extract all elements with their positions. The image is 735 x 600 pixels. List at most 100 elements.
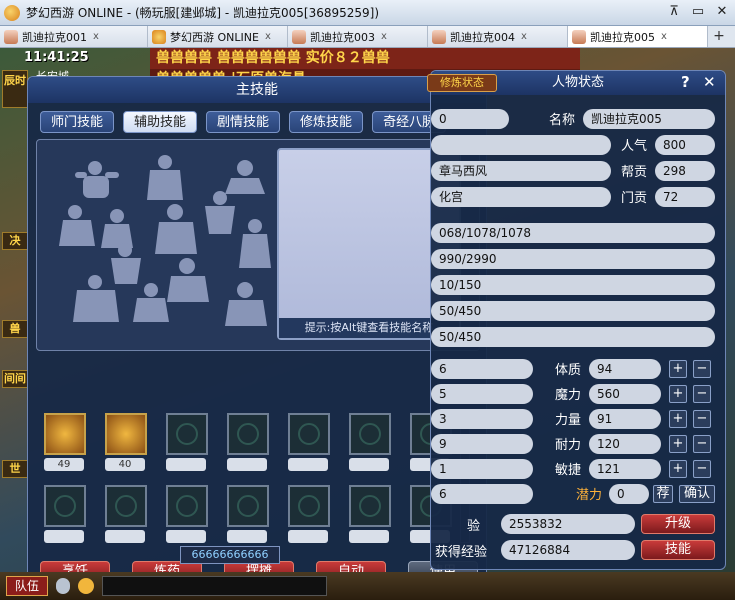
minimize-button[interactable]: ▭ [689,4,707,20]
tab-close-icon[interactable]: x [521,31,527,42]
strength-label: 力量 [555,413,582,428]
tab-2[interactable]: 凯迪拉克003 x [288,26,428,47]
bottom-toolbar: 队伍 [0,572,735,600]
anger-field: 10/150 [431,275,715,295]
tab-close-icon[interactable]: x [661,31,667,42]
microphone-icon[interactable] [56,578,70,594]
cultivation-status-tab[interactable]: 修炼状态 [427,74,497,92]
avatar-icon [292,29,306,44]
skill-slot-empty[interactable] [227,485,269,527]
tab-story-skills[interactable]: 剧情技能 [206,111,281,133]
hp-field: 068/1078/1078 [431,223,715,243]
skill-slot-empty[interactable] [166,413,208,455]
tab-close-icon[interactable]: x [93,31,99,42]
skill-level [105,530,145,543]
tab-cultivation-skills[interactable]: 修炼技能 [289,111,364,133]
empty-slot-icon [176,495,198,517]
skill-slot-empty[interactable] [288,413,330,455]
strength-minus-button[interactable]: − [693,410,711,428]
gang-contribution-field: 298 [655,161,715,181]
skill-level [349,458,389,471]
chat-input[interactable] [102,576,327,596]
side-icon-shi[interactable]: 世 [2,460,28,478]
tab-close-icon[interactable]: x [265,31,271,42]
number-display: 66666666666 [180,546,280,564]
new-tab-button[interactable]: + [708,26,730,47]
skill-slot-cell [44,485,86,543]
agility-label: 敏捷 [555,463,582,478]
empty-slot-icon [237,495,259,517]
tab-label: 凯迪拉克004 [450,30,515,44]
skill-slot-empty[interactable] [166,485,208,527]
skill-slot-alchemy[interactable] [105,413,147,455]
main-skill-panel: 主技能 ? ✕ 师门技能 辅助技能 剧情技能 修炼技能 奇经八脉 [27,76,487,591]
emoji-icon[interactable] [78,578,94,594]
tab-label: 梦幻西游 ONLINE [170,30,259,44]
tab-1[interactable]: 梦幻西游 ONLINE x [148,26,288,47]
skill-slot-empty[interactable] [349,485,391,527]
potential-field: 0 [609,484,649,504]
avatar-icon [572,29,586,44]
side-icon-jue[interactable]: 决 [2,232,28,250]
skill-button[interactable]: 技能 [641,540,715,560]
game-viewport[interactable]: 兽兽兽兽 兽兽兽兽兽兽 实价８２兽兽 兽兽兽兽兽 |石原兽海悬 11:41:25… [0,48,735,600]
magic-plus-button[interactable]: + [669,385,687,403]
endurance-label: 耐力 [555,438,582,453]
confirm-button[interactable]: 确认 [679,485,715,503]
banner-row-1: 兽兽兽兽 兽兽兽兽兽兽 实价８２兽兽 [156,50,390,66]
tab-close-icon[interactable]: x [381,31,387,42]
popularity-label: 人气 [621,139,648,154]
main-skill-title: 主技能 [28,77,486,103]
skill-slot-cell [349,413,391,471]
skill-slot-cell [166,485,208,543]
skill-slot-empty[interactable] [227,413,269,455]
attr-left-field: 6 [431,484,533,504]
skill-slot-empty[interactable] [105,485,147,527]
name-field: 凯迪拉克005 [583,109,715,129]
constitution-plus-button[interactable]: + [669,360,687,378]
agility-field: 121 [589,459,661,479]
tab-label: 凯迪拉克001 [22,30,87,44]
side-icon-jianjian[interactable]: 间间 [2,370,28,388]
endurance-field: 120 [589,434,661,454]
endurance-minus-button[interactable]: − [693,435,711,453]
side-icon-shou[interactable]: 兽 [2,320,28,338]
skill-level [288,530,328,543]
save-attrs-button[interactable]: 荐 [653,485,673,503]
upgrade-button[interactable]: 升级 [641,514,715,534]
skill-level [166,530,206,543]
skill-slot-empty[interactable] [288,485,330,527]
help-button[interactable]: ? [681,73,690,91]
endurance-plus-button[interactable]: + [669,435,687,453]
time-of-day-badge[interactable]: 辰时 [2,70,28,108]
constitution-minus-button[interactable]: − [693,360,711,378]
close-button[interactable]: ✕ [713,4,731,20]
tab-4[interactable]: 凯迪拉克005 x [568,26,708,47]
skill-slot-empty[interactable] [44,485,86,527]
skill-level: 40 [105,458,145,471]
agility-minus-button[interactable]: − [693,460,711,478]
skill-level [227,530,267,543]
skill-slot-cell [105,485,147,543]
window-titlebar: 梦幻西游 ONLINE - (畅玩服[建邺城] - 凯迪拉克005[368952… [0,0,735,26]
vitality-field: 50/450 [431,301,715,321]
magic-minus-button[interactable]: − [693,385,711,403]
sect-field: 化宫 [431,187,611,207]
skill-slot-cell [288,413,330,471]
close-icon[interactable]: ✕ [703,73,716,91]
pin-button[interactable]: ⊼ [665,4,683,20]
tab-sect-skills[interactable]: 师门技能 [40,111,115,133]
attr-left-field: 5 [431,384,533,404]
tab-0[interactable]: 凯迪拉克001 x [0,26,148,47]
skill-level: 49 [44,458,84,471]
team-button[interactable]: 队伍 [6,576,48,596]
skill-slot-cooking[interactable] [44,413,86,455]
skill-slot-empty[interactable] [349,413,391,455]
strength-plus-button[interactable]: + [669,410,687,428]
tab-support-skills[interactable]: 辅助技能 [123,111,198,133]
agility-plus-button[interactable]: + [669,460,687,478]
empty-slot-icon [298,495,320,517]
skill-slot-grid: 49 40 [44,413,452,543]
tab-3[interactable]: 凯迪拉克004 x [428,26,568,47]
skill-slot-cell [227,485,269,543]
